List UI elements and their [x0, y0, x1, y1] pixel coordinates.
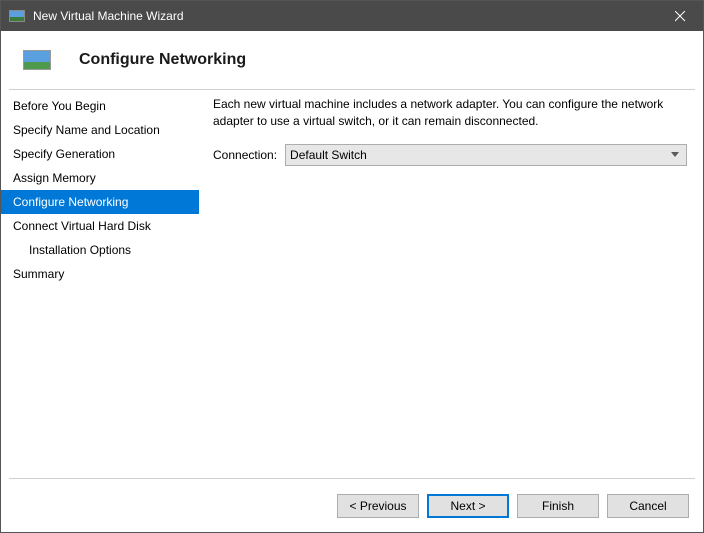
wizard-window: New Virtual Machine Wizard Configure Net… [0, 0, 704, 533]
wizard-icon [23, 50, 51, 70]
previous-button[interactable]: < Previous [337, 494, 419, 518]
connection-label: Connection: [213, 148, 277, 162]
cancel-button[interactable]: Cancel [607, 494, 689, 518]
page-title: Configure Networking [79, 51, 246, 69]
sidebar-item-label: Before You Begin [13, 99, 106, 113]
sidebar-item-configure-networking[interactable]: Configure Networking [1, 190, 199, 214]
finish-button[interactable]: Finish [517, 494, 599, 518]
connection-select[interactable]: Default Switch [285, 144, 687, 166]
description-text: Each new virtual machine includes a netw… [213, 96, 687, 130]
connection-row: Connection: Default Switch [213, 144, 687, 166]
sidebar-item-label: Installation Options [29, 243, 131, 257]
footer: < Previous Next > Finish Cancel [9, 478, 695, 532]
sidebar-item-connect-vhd[interactable]: Connect Virtual Hard Disk [1, 214, 199, 238]
wizard-header: Configure Networking [1, 31, 703, 89]
sidebar-item-specify-generation[interactable]: Specify Generation [1, 142, 199, 166]
close-icon [675, 11, 686, 22]
sidebar-item-label: Connect Virtual Hard Disk [13, 219, 151, 233]
sidebar-item-label: Specify Name and Location [13, 123, 160, 137]
sidebar-item-label: Summary [13, 267, 64, 281]
close-button[interactable] [658, 1, 703, 31]
sidebar: Before You Begin Specify Name and Locati… [1, 90, 199, 478]
sidebar-item-summary[interactable]: Summary [1, 262, 199, 286]
sidebar-item-label: Configure Networking [13, 195, 128, 209]
connection-select-wrap: Default Switch [285, 144, 687, 166]
sidebar-item-before-you-begin[interactable]: Before You Begin [1, 94, 199, 118]
sidebar-item-installation-options[interactable]: Installation Options [1, 238, 199, 262]
sidebar-item-label: Assign Memory [13, 171, 96, 185]
sidebar-item-specify-name[interactable]: Specify Name and Location [1, 118, 199, 142]
window-title: New Virtual Machine Wizard [33, 9, 658, 23]
titlebar: New Virtual Machine Wizard [1, 1, 703, 31]
content-pane: Each new virtual machine includes a netw… [199, 90, 703, 478]
next-button[interactable]: Next > [427, 494, 509, 518]
sidebar-item-label: Specify Generation [13, 147, 115, 161]
app-icon [9, 10, 25, 22]
wizard-body: Before You Begin Specify Name and Locati… [1, 90, 703, 478]
sidebar-item-assign-memory[interactable]: Assign Memory [1, 166, 199, 190]
